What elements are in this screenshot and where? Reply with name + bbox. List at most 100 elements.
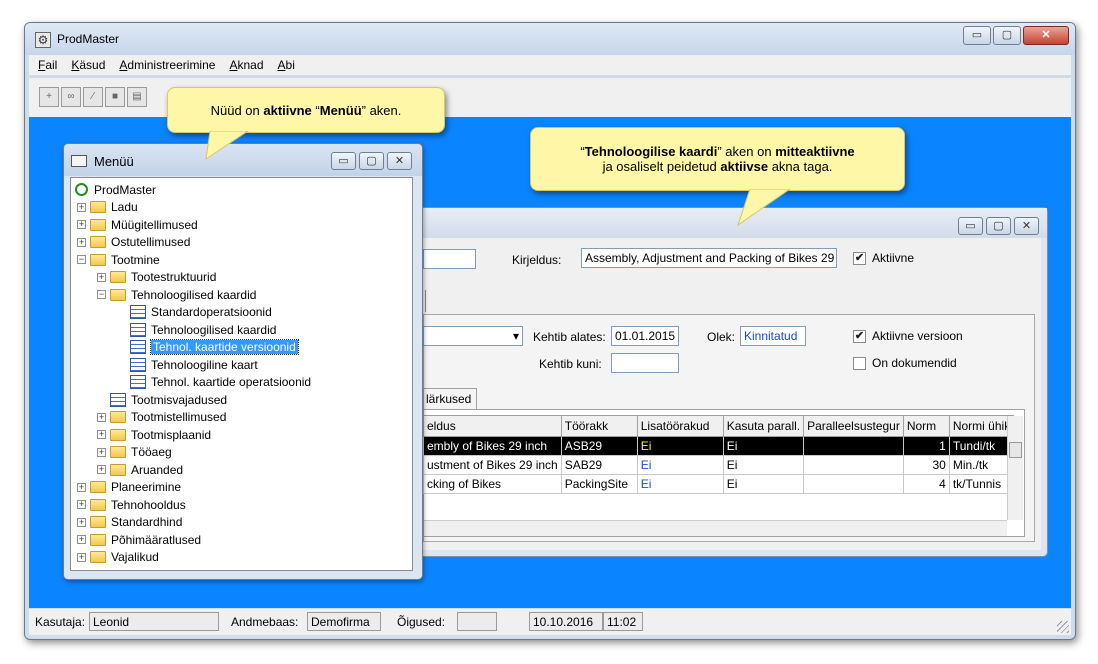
aktiivne-versioon-label: Aktiivne versioon — [872, 329, 963, 343]
expand-icon[interactable]: + — [77, 482, 86, 492]
tree-item[interactable]: + Standardhind — [77, 514, 182, 531]
aktiivne-checkbox[interactable]: ✔ Aktiivne — [853, 251, 914, 265]
callout-tech-l2-post: akna taga. — [768, 159, 833, 174]
tree-item[interactable]: + Ladu — [77, 199, 138, 216]
tree-item[interactable]: Tehnol. kaartide operatsioonid — [117, 374, 311, 391]
tech-window-controls: ▭ ▢ ✕ — [958, 217, 1039, 235]
aktiivne-versioon-checkbox[interactable]: ✔ Aktiivne versioon — [853, 329, 963, 343]
tree-item[interactable]: Tehnol. kaartide versioonid — [117, 339, 299, 356]
olek-field[interactable]: Kinnitatud — [740, 326, 806, 346]
tree-item[interactable]: + Vajalikud — [77, 549, 159, 566]
expand-icon[interactable]: + — [97, 465, 106, 474]
menu-window[interactable]: Menüü ▭ ▢ ✕ ProdMaster + Ladu + Müügitellimu… — [63, 143, 423, 580]
table-row[interactable]: embly of Bikes 29 inch ASB29 Ei Ei 1 Tun… — [423, 436, 1015, 456]
menu-maximize-button[interactable]: ▢ — [359, 152, 384, 170]
callout-menu-text: Nüüd on aktiivne “Menüü” aken. — [211, 103, 402, 118]
tree-item[interactable]: + Tööaeg — [97, 444, 172, 461]
version-dropdown[interactable]: ▾ — [423, 326, 523, 346]
folder-icon — [110, 271, 126, 283]
tree-item[interactable]: + Tootmistellimused — [97, 409, 226, 426]
tree-item[interactable]: Tootmisvajadused — [97, 391, 227, 408]
expand-icon[interactable]: + — [77, 220, 86, 229]
tree-item[interactable]: − Tootmine — [77, 251, 160, 268]
menu-administreerimine[interactable]: Administreerimine — [119, 58, 215, 72]
table-icon — [130, 322, 146, 337]
close-button[interactable]: ✕ — [1023, 26, 1069, 45]
col-kasuta-parall[interactable]: Kasuta parall. — [722, 415, 805, 437]
tech-close-button[interactable]: ✕ — [1014, 217, 1039, 235]
expand-icon[interactable]: + — [97, 412, 106, 422]
tab-markused[interactable]: lärkused — [423, 388, 477, 409]
kehtib-kuni-field[interactable] — [611, 353, 679, 373]
tree-item[interactable]: + Ostutellimused — [77, 234, 190, 251]
on-dokumendid-checkbox[interactable]: On dokumendid — [853, 356, 957, 370]
kehtib-alates-field[interactable]: 01.01.2015 — [611, 326, 679, 346]
binoculars-icon[interactable]: ∞ — [61, 87, 81, 107]
expand-icon[interactable]: + — [97, 447, 106, 457]
menu-abi[interactable]: Abi — [278, 58, 295, 72]
expand-icon[interactable]: + — [77, 500, 86, 509]
kehtib-kuni-label: Kehtib kuni: — [539, 357, 602, 371]
tree-item-label: Standardhind — [111, 515, 183, 529]
col-normi-uhik[interactable]: Normi ühik — [948, 415, 1015, 437]
folder-icon — [90, 481, 106, 493]
tree-item[interactable]: − Tehnoloogilised kaardid — [97, 286, 256, 303]
expand-icon[interactable]: + — [97, 272, 106, 282]
vertical-scrollbar[interactable] — [1007, 416, 1023, 520]
menu-minimize-button[interactable]: ▭ — [331, 152, 356, 170]
tree-item[interactable]: + Tootmisplaanid — [97, 426, 211, 443]
on-dokumendid-check-icon[interactable] — [853, 356, 866, 370]
tree-item[interactable]: ProdMaster — [75, 181, 156, 198]
tree-item[interactable]: + Planeerimine — [77, 479, 181, 496]
menu-aknad[interactable]: Aknad — [229, 58, 263, 72]
tree-item[interactable]: Tehnoloogilised kaardid — [117, 321, 276, 338]
aktiivne-versioon-check-icon[interactable]: ✔ — [853, 329, 866, 343]
resize-grip[interactable] — [1057, 621, 1069, 633]
cell-normi-uhik: Min./tk — [948, 455, 1015, 475]
tech-card-window[interactable]: ▭ ▢ ✕ Kirjeldus: Assembly, Adjustment an… — [400, 207, 1048, 557]
page-icon[interactable]: ▤ — [127, 87, 147, 107]
cell-toorakk: ASB29 — [560, 436, 638, 456]
col-toorakk[interactable]: Töörakk — [560, 415, 638, 437]
cell-paralleelsustegur — [803, 455, 904, 475]
tech-minimize-button[interactable]: ▭ — [958, 217, 983, 235]
menu-fail[interactable]: Fail — [38, 58, 57, 72]
tree-item[interactable]: + Tootestruktuurid — [97, 269, 216, 286]
collapse-icon[interactable]: − — [77, 255, 86, 264]
col-kirjeldus[interactable]: eldus — [423, 415, 562, 437]
expand-icon[interactable]: + — [77, 517, 86, 527]
plus-icon[interactable]: + — [39, 87, 59, 107]
scrollbar-thumb[interactable] — [1009, 442, 1022, 458]
tree-item[interactable]: + Põhimääratlused — [77, 531, 201, 548]
col-lisatoorakud[interactable]: Lisatöörakud — [636, 415, 724, 437]
col-norm[interactable]: Norm — [902, 415, 950, 437]
horizontal-scrollbar[interactable] — [424, 520, 1007, 536]
tree-item[interactable]: + Tehnohooldus — [77, 496, 186, 513]
tree-item[interactable]: Standardoperatsioonid — [117, 304, 272, 321]
tree-item[interactable]: + Aruanded — [97, 461, 183, 478]
maximize-button[interactable]: ▢ — [993, 26, 1021, 45]
tree-item[interactable]: Tehnoloogiline kaart — [117, 356, 258, 373]
expand-icon[interactable]: + — [77, 552, 86, 562]
expand-icon[interactable]: + — [77, 202, 86, 212]
tree-item[interactable]: + Müügitellimused — [77, 216, 198, 233]
expand-icon[interactable]: + — [97, 430, 106, 439]
minimize-button[interactable]: ▭ — [963, 26, 991, 45]
tech-maximize-button[interactable]: ▢ — [986, 217, 1011, 235]
code-field[interactable] — [423, 249, 476, 269]
square-icon[interactable]: ■ — [105, 87, 125, 107]
eraser-icon[interactable]: ⁄ — [83, 87, 103, 107]
aktiivne-check-icon[interactable]: ✔ — [853, 251, 866, 265]
collapse-icon[interactable]: − — [97, 290, 106, 299]
cell-paralleelsustegur — [803, 474, 904, 494]
expand-icon[interactable]: + — [77, 237, 86, 247]
table-row[interactable]: cking of Bikes PackingSite Ei Ei 4 tk/Tu… — [423, 474, 1015, 494]
menu-kasud[interactable]: Käsud — [71, 58, 105, 72]
table-row[interactable]: ustment of Bikes 29 inch SAB29 Ei Ei 30 … — [423, 455, 1015, 475]
menu-close-button[interactable]: ✕ — [387, 152, 412, 170]
menu-window-controls: ▭ ▢ ✕ — [331, 152, 412, 170]
expand-icon[interactable]: + — [77, 535, 86, 544]
col-paralleelsustegur[interactable]: Paralleelsustegur — [803, 415, 904, 437]
kirjeldus-field[interactable]: Assembly, Adjustment and Packing of Bike… — [581, 248, 837, 268]
callout-menu-mid: “ — [311, 102, 320, 118]
